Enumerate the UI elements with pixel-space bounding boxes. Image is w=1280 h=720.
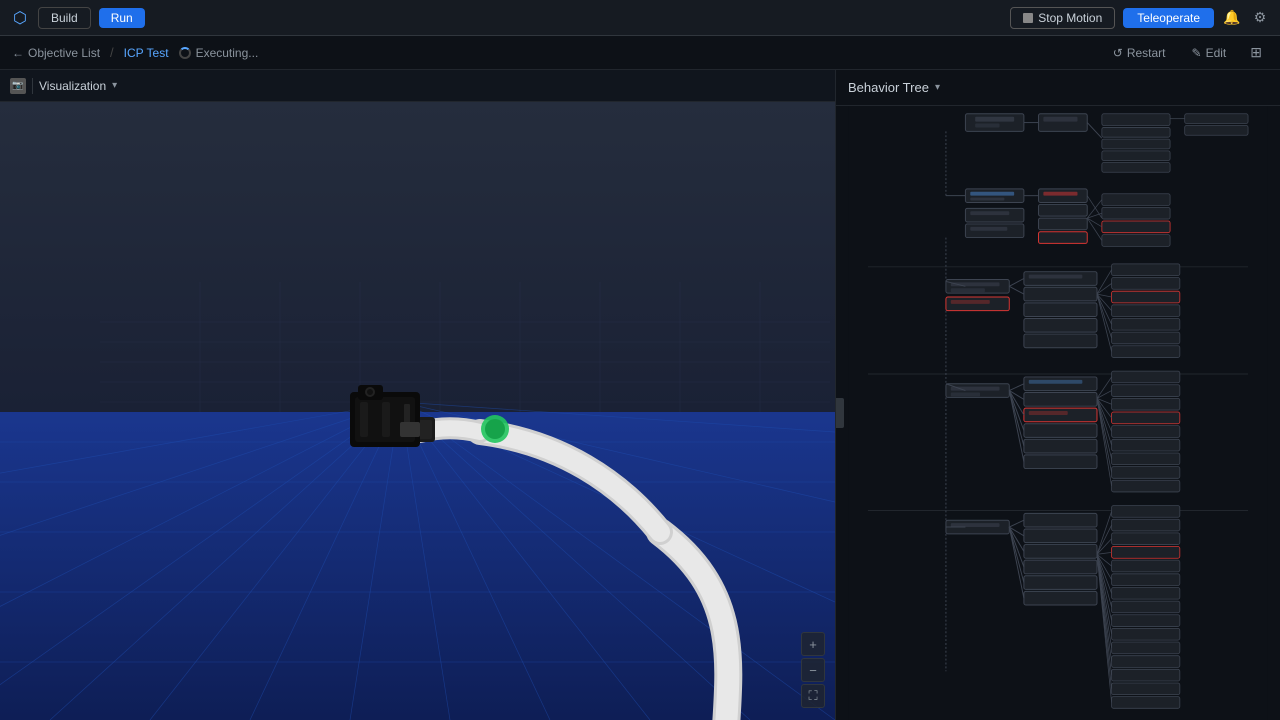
viewport-toolbar: 📷 Visualization ▾ (0, 70, 835, 102)
stop-motion-label: Stop Motion (1038, 11, 1102, 25)
main-content: 📷 Visualization ▾ (0, 70, 1280, 720)
grid-background (0, 102, 835, 720)
notification-icon[interactable]: 🔔 (1222, 8, 1242, 28)
viewport-controls: + − ⛶ (801, 632, 825, 708)
edit-label: Edit (1206, 46, 1227, 60)
build-button[interactable]: Build (38, 7, 91, 29)
bt-canvas (836, 106, 1280, 720)
scene-svg (0, 102, 835, 720)
edit-icon: ✎ (1192, 46, 1202, 60)
stop-motion-button[interactable]: Stop Motion (1010, 7, 1115, 29)
restart-label: Restart (1127, 46, 1166, 60)
breadcrumb-separator: / (110, 45, 114, 60)
right-panel: Behavior Tree ▾ (835, 70, 1280, 720)
fit-view-button[interactable]: ⛶ (801, 684, 825, 708)
zoom-in-button[interactable]: + (801, 632, 825, 656)
layout-button[interactable]: ⊞ (1244, 42, 1268, 63)
settings-icon[interactable]: ⚙ (1250, 8, 1270, 28)
current-page-label: ICP Test (124, 46, 169, 60)
objective-list-link: Objective List (28, 46, 100, 60)
behavior-tree-title: Behavior Tree (848, 80, 929, 95)
behavior-tree-header: Behavior Tree ▾ (836, 70, 1280, 106)
visualization-chevron[interactable]: ▾ (112, 80, 117, 91)
visualization-label: Visualization (39, 79, 106, 93)
zoom-out-button[interactable]: − (801, 658, 825, 682)
restart-icon: ↺ (1113, 46, 1123, 60)
back-arrow-icon: ← (12, 46, 24, 60)
executing-badge: Executing... (179, 46, 259, 60)
logo-icon: ⬡ (10, 8, 30, 28)
stop-icon (1023, 13, 1033, 23)
run-button[interactable]: Run (99, 8, 145, 28)
behavior-tree-content[interactable] (836, 106, 1280, 720)
teleoperate-button[interactable]: Teleoperate (1123, 8, 1214, 28)
behavior-tree-chevron[interactable]: ▾ (935, 82, 940, 93)
executing-label: Executing... (196, 46, 259, 60)
3d-viewport[interactable]: 📷 Visualization ▾ (0, 70, 835, 720)
edit-button[interactable]: ✎ Edit (1184, 44, 1235, 62)
back-to-objective-list[interactable]: ← Objective List (12, 46, 100, 60)
bt-scroll-indicator (836, 398, 844, 428)
executing-spinner (179, 47, 191, 59)
top-bar: ⬡ Build Run Stop Motion Teleoperate 🔔 ⚙ (0, 0, 1280, 36)
restart-button[interactable]: ↺ Restart (1105, 44, 1174, 62)
breadcrumb-bar: ← Objective List / ICP Test Executing...… (0, 36, 1280, 70)
3d-scene[interactable] (0, 102, 835, 720)
camera-icon: 📷 (10, 78, 26, 94)
bt-svg (836, 106, 1280, 720)
